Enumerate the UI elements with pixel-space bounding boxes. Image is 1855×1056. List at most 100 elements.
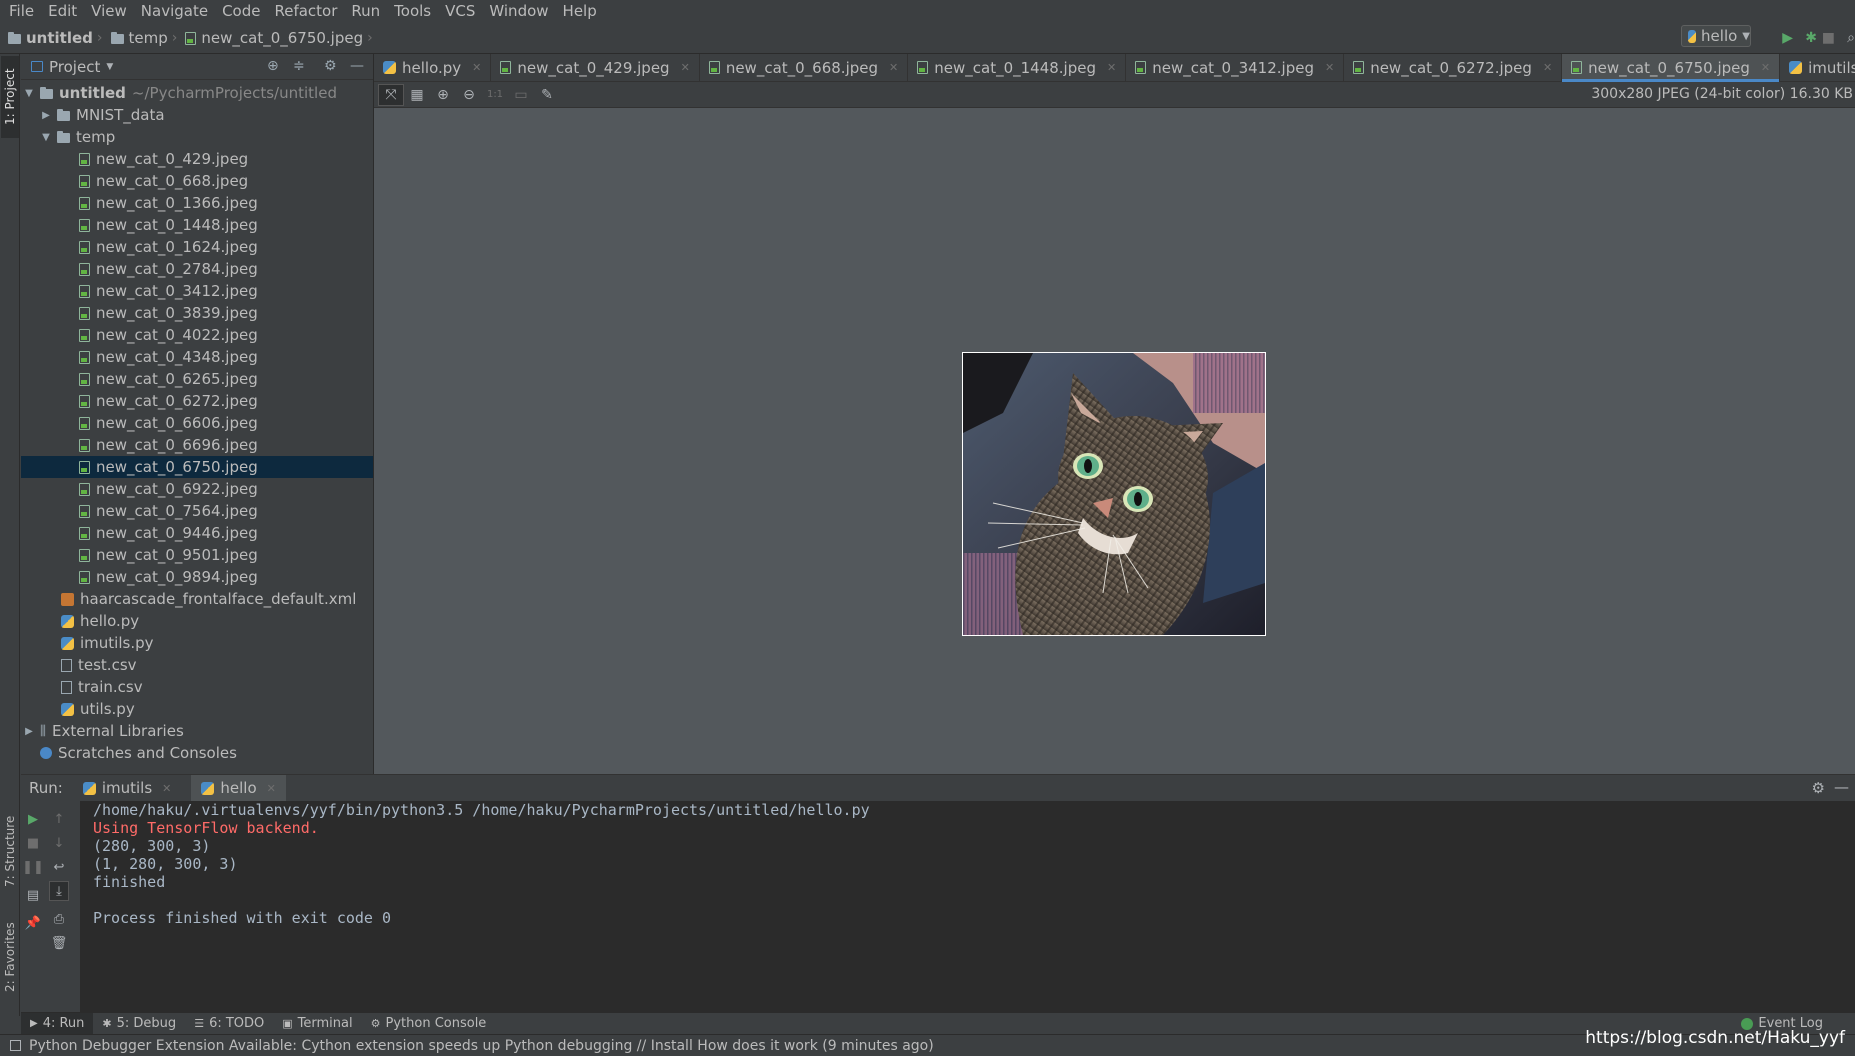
breadcrumb-project[interactable]: untitled [0,29,97,47]
breadcrumb-folder[interactable]: temp [103,29,172,47]
editor-tab[interactable]: new_cat_0_6272.jpeg ✕ [1344,53,1563,82]
tree-file-item[interactable]: test.csv [21,654,373,676]
tab-terminal[interactable]: ▣ Terminal [273,1013,361,1035]
up-arrow-icon[interactable]: ↑ [49,809,69,829]
run-icon[interactable]: ▶ [1782,30,1793,46]
fit-window-icon[interactable]: ▭ [508,84,534,106]
close-icon[interactable]: ✕ [162,782,171,795]
gear-icon[interactable]: ⚙ [1812,779,1825,797]
editor-tab[interactable]: new_cat_0_1448.jpeg ✕ [908,53,1127,82]
editor-tab[interactable]: new_cat_0_3412.jpeg ✕ [1126,53,1345,82]
tree-folder-mnist[interactable]: ▶ MNIST_data [21,104,373,126]
console-output[interactable]: /home/haku/.virtualenvs/yyf/bin/python3.… [93,801,1843,1011]
tree-file-item[interactable]: new_cat_0_1448.jpeg [21,214,373,236]
trash-icon[interactable]: 🗑 [49,933,69,953]
editor-tab[interactable]: new_cat_0_429.jpeg ✕ [491,53,700,82]
menu-view[interactable]: View [84,0,134,23]
menu-tools[interactable]: Tools [387,0,438,23]
tree-file-item[interactable]: haarcascade_frontalface_default.xml [21,588,373,610]
pin-icon[interactable]: 📌 [23,913,43,933]
editor-tab[interactable]: new_cat_0_6750.jpeg ✕ [1562,53,1781,82]
pause-icon[interactable]: ❚❚ [22,857,44,877]
tab-python-console[interactable]: ⚙ Python Console [362,1013,496,1035]
close-icon[interactable]: ✕ [889,61,898,74]
tree-file-item[interactable]: new_cat_0_9894.jpeg [21,566,373,588]
tree-file-item[interactable]: hello.py [21,610,373,632]
tree-file-item[interactable]: new_cat_0_668.jpeg [21,170,373,192]
project-view-select[interactable]: Project [49,58,100,76]
close-icon[interactable]: ✕ [472,61,481,74]
chevron-right-icon[interactable]: ▶ [24,726,34,737]
editor-tab[interactable]: imutils.py✕ [1780,54,1855,82]
color-picker-icon[interactable]: ✎ [534,84,560,106]
close-icon[interactable]: ✕ [1761,61,1770,74]
editor-tab[interactable]: new_cat_0_668.jpeg ✕ [700,53,909,82]
tree-file-item[interactable]: new_cat_0_7564.jpeg [21,500,373,522]
locate-icon[interactable]: ⊕ [267,58,279,74]
menu-run[interactable]: Run [344,0,387,23]
tree-file-item[interactable]: new_cat_0_6606.jpeg [21,412,373,434]
hide-icon[interactable]: — [350,58,364,74]
stop-icon[interactable]: ■ [23,833,43,853]
tree-file-item[interactable]: new_cat_0_6265.jpeg [21,368,373,390]
run-configuration-select[interactable]: hello ▼ [1681,25,1751,47]
tab-debug[interactable]: ✱ 5: Debug [93,1013,185,1035]
chevron-down-icon[interactable]: ▼ [106,62,113,72]
chevron-down-icon[interactable]: ▼ [41,132,51,143]
tree-file-item[interactable]: new_cat_0_9446.jpeg [21,522,373,544]
chevron-right-icon[interactable]: ▶ [41,110,51,121]
tab-todo[interactable]: ☰ 6: TODO [185,1013,273,1035]
tree-file-item[interactable]: new_cat_0_4022.jpeg [21,324,373,346]
tab-run[interactable]: ▶ 4: Run [21,1012,94,1035]
tree-file-item[interactable]: new_cat_0_3412.jpeg [21,280,373,302]
close-icon[interactable]: ✕ [1543,61,1552,74]
close-icon[interactable]: ✕ [681,61,690,74]
grid-icon[interactable]: ▦ [404,84,430,106]
menu-navigate[interactable]: Navigate [134,0,215,23]
zoom-in-icon[interactable]: ⊕ [430,84,456,106]
scroll-to-end-icon[interactable]: ⤓ [49,881,69,901]
hide-icon[interactable]: — [1834,778,1849,796]
tab-project[interactable]: 1: Project [1,56,19,138]
fit-zoom-icon[interactable]: ⤧ [378,83,404,106]
menu-edit[interactable]: Edit [41,0,84,23]
search-icon[interactable]: ⌕ [1847,30,1855,46]
menu-help[interactable]: Help [556,0,604,23]
actual-size-button[interactable]: 1:1 [482,84,508,106]
breadcrumb-file[interactable]: new_cat_0_6750.jpeg [177,29,367,47]
tree-file-item[interactable]: new_cat_0_6750.jpeg [21,456,373,478]
tree-file-item[interactable]: new_cat_0_6696.jpeg [21,434,373,456]
rerun-icon[interactable]: ▶ [23,809,43,829]
tree-external-libraries[interactable]: ▶ ⫼ External Libraries [21,720,373,742]
menu-refactor[interactable]: Refactor [267,0,344,23]
tree-file-item[interactable]: new_cat_0_3839.jpeg [21,302,373,324]
menu-code[interactable]: Code [215,0,267,23]
tab-favorites[interactable]: 2: Favorites [1,912,19,1002]
zoom-out-icon[interactable]: ⊖ [456,84,482,106]
tree-root[interactable]: ▼ untitled ~/PycharmProjects/untitled [21,82,373,104]
print-icon[interactable]: ⎙ [49,909,69,929]
tree-file-item[interactable]: new_cat_0_4348.jpeg [21,346,373,368]
tree-file-item[interactable]: new_cat_0_6272.jpeg [21,390,373,412]
tree-file-item[interactable]: new_cat_0_6922.jpeg [21,478,373,500]
tree-file-item[interactable]: new_cat_0_9501.jpeg [21,544,373,566]
tree-folder-temp[interactable]: ▼ temp [21,126,373,148]
tree-scratches[interactable]: Scratches and Consoles [21,742,373,764]
tree-file-item[interactable]: new_cat_0_429.jpeg [21,148,373,170]
status-message[interactable]: Python Debugger Extension Available: Cyt… [29,1038,934,1054]
run-tab-imutils[interactable]: imutils ✕ [73,775,182,801]
status-toggle-icon[interactable] [10,1040,21,1051]
tree-file-item[interactable]: new_cat_0_1366.jpeg [21,192,373,214]
tree-file-item[interactable]: new_cat_0_1624.jpeg [21,236,373,258]
close-icon[interactable]: ✕ [267,782,276,795]
tab-structure[interactable]: 7: Structure [1,806,19,896]
down-arrow-icon[interactable]: ↓ [49,833,69,853]
tree-file-item[interactable]: train.csv [21,676,373,698]
collapse-all-icon[interactable]: ≑ [293,58,305,74]
soft-wrap-icon[interactable]: ↩ [49,857,69,877]
menu-window[interactable]: Window [482,0,555,23]
menu-file[interactable]: File [2,0,41,23]
tree-file-item[interactable]: utils.py [21,698,373,720]
tree-file-item[interactable]: imutils.py [21,632,373,654]
stop-icon[interactable]: ■ [1822,30,1835,46]
